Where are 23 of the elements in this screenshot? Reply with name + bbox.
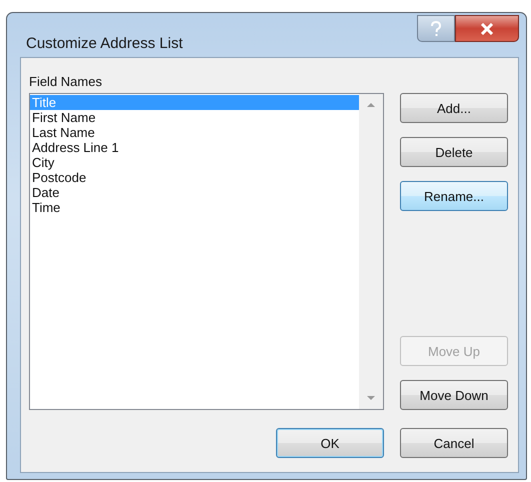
list-item[interactable]: Date	[30, 185, 359, 200]
side-button[interactable]: Rename...	[400, 181, 508, 211]
list-item[interactable]: City	[30, 155, 359, 170]
window-title: Customize Address List	[26, 35, 183, 52]
list-item[interactable]: First Name	[30, 110, 359, 125]
list-item[interactable]: Address Line 1	[30, 140, 359, 155]
side-button[interactable]: Move Down	[400, 380, 508, 410]
side-button[interactable]: Delete	[400, 137, 508, 167]
help-icon	[430, 20, 442, 36]
ok-button[interactable]: OK	[276, 428, 384, 458]
side-button[interactable]: Add...	[400, 93, 508, 123]
field-names-label: Field Names	[29, 74, 103, 89]
scroll-up-icon[interactable]	[367, 102, 375, 107]
field-names-list[interactable]: Title First Name Last Name Address Line 1 City Postcode Date Time	[29, 93, 384, 410]
scrollbar[interactable]	[359, 94, 383, 409]
close-icon	[480, 22, 494, 34]
list-item[interactable]: Postcode	[30, 170, 359, 185]
scroll-down-icon[interactable]	[367, 396, 375, 401]
close-button[interactable]	[455, 15, 519, 42]
help-button[interactable]	[417, 15, 455, 42]
list-item[interactable]: Time	[30, 200, 359, 215]
cancel-button[interactable]: Cancel	[400, 428, 508, 458]
list-item[interactable]: Last Name	[30, 125, 359, 140]
